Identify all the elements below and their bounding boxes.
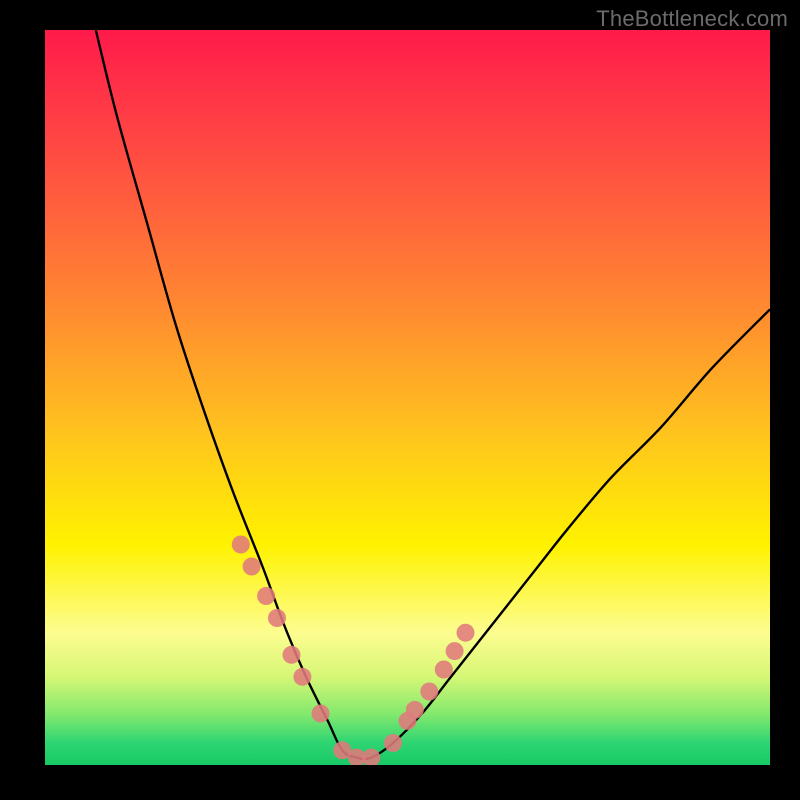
curve-marker [384,734,402,752]
watermark-text: TheBottleneck.com [596,6,788,32]
bottleneck-curve [96,30,770,759]
curve-marker [457,624,475,642]
curve-marker [362,749,380,765]
curve-marker [406,701,424,719]
curve-marker [446,642,464,660]
curve-marker [283,646,301,664]
chart-frame: TheBottleneck.com [0,0,800,800]
curve-marker [420,683,438,701]
plot-area [45,30,770,765]
curve-marker [312,705,330,723]
curve-marker [293,668,311,686]
bottleneck-curve-svg [45,30,770,765]
curve-marker [257,587,275,605]
highlighted-points [232,536,475,766]
curve-marker [232,536,250,554]
curve-marker [435,661,453,679]
curve-marker [243,558,261,576]
curve-marker [268,609,286,627]
